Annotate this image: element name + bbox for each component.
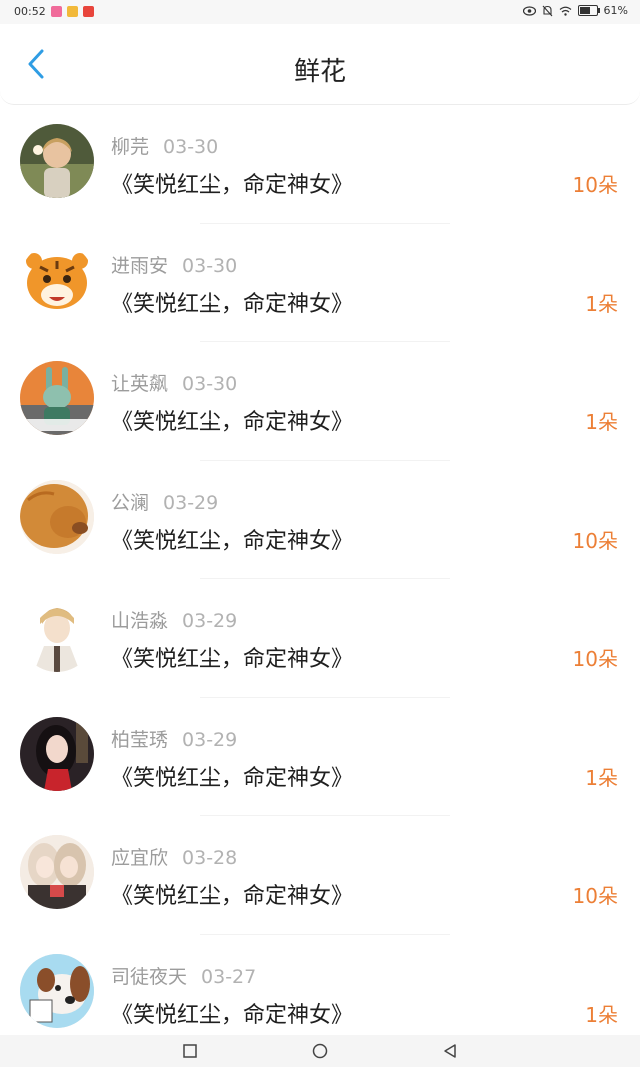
book-title: 《笑悦红尘，命定神女》	[111, 1002, 354, 1028]
wifi-icon	[559, 6, 571, 16]
home-button[interactable]	[312, 1043, 328, 1059]
system-navigation-bar	[0, 1035, 640, 1067]
battery-level-fill	[579, 7, 590, 14]
book-title: 《笑悦红尘，命定神女》	[111, 291, 354, 317]
gift-date: 03-29	[182, 610, 238, 632]
flower-count: 10朵	[572, 884, 618, 908]
app-notification-icon	[82, 6, 94, 17]
book-title: 《笑悦红尘，命定神女》	[111, 884, 354, 909]
flower-count: 10朵	[572, 528, 618, 553]
user-name: 进雨安	[111, 254, 169, 277]
flower-count: 1朵	[585, 765, 618, 790]
page-title: 鲜花	[293, 57, 346, 87]
lion-photo-avatar[interactable]	[20, 479, 94, 554]
list-item[interactable]: 柳芫 03-30 《笑悦红尘，命定神女》 10朵	[0, 105, 640, 224]
flower-count: 1朵	[585, 1002, 618, 1027]
user-name: 让英飙	[111, 373, 169, 395]
status-bar: 00:52 61%	[0, 0, 640, 24]
gift-date: 03-30	[182, 373, 238, 395]
flower-count: 1朵	[585, 291, 618, 316]
list-item[interactable]: 山浩淼 03-29 《笑悦红尘，命定神女》 10朵	[0, 579, 640, 698]
mute-bell-icon	[542, 5, 552, 16]
book-title: 《笑悦红尘，命定神女》	[111, 528, 354, 554]
anime-girls-avatar[interactable]	[20, 835, 94, 909]
status-time: 00:52	[14, 5, 46, 18]
flower-count: 10朵	[572, 647, 618, 671]
recent-apps-button[interactable]	[182, 1043, 198, 1059]
dog-cartoon-avatar[interactable]	[20, 953, 94, 1028]
rabbit-cartoon-avatar[interactable]	[20, 361, 94, 435]
page-header: 鲜花	[0, 24, 640, 105]
list-item[interactable]: 应宜欣 03-28 《笑悦红尘，命定神女》 10朵	[0, 816, 640, 935]
gift-date: 03-27	[201, 965, 257, 988]
gift-date: 03-30	[163, 136, 219, 158]
gift-date: 03-29	[182, 728, 238, 751]
anime-boy-avatar[interactable]	[20, 598, 94, 672]
flower-count: 10朵	[572, 173, 618, 197]
child-photo-avatar[interactable]	[20, 124, 94, 198]
flower-gift-list: 柳芫 03-30 《笑悦红尘，命定神女》 10朵 进雨安 03-30 《笑悦红尘，命…	[0, 105, 640, 1035]
flower-count: 1朵	[585, 410, 618, 434]
app-notification-icon	[50, 6, 62, 17]
gift-date: 03-28	[182, 847, 238, 869]
list-item[interactable]: 柏莹琇 03-29 《笑悦红尘，命定神女》 1朵	[0, 698, 640, 817]
square-recent-apps-icon	[183, 1044, 197, 1058]
book-title: 《笑悦红尘，命定神女》	[111, 647, 354, 672]
list-item[interactable]: 让英飙 03-30 《笑悦红尘，命定神女》 1朵	[0, 342, 640, 461]
eye-icon	[522, 5, 536, 16]
user-name: 司徒夜天	[111, 965, 188, 988]
circle-home-icon	[312, 1043, 328, 1059]
user-name: 柏莹琇	[111, 728, 169, 751]
user-name: 应宜欣	[111, 847, 169, 869]
list-item[interactable]: 公澜 03-29 《笑悦红尘，命定神女》 10朵	[0, 461, 640, 580]
book-title: 《笑悦红尘，命定神女》	[111, 173, 354, 198]
tiger-cartoon-avatar[interactable]	[20, 242, 94, 317]
user-name: 柳芫	[111, 136, 150, 158]
app-notification-icon	[66, 6, 78, 17]
list-item[interactable]: 进雨安 03-30 《笑悦红尘，命定神女》 1朵	[0, 224, 640, 343]
book-title: 《笑悦红尘，命定神女》	[111, 410, 354, 435]
gift-date: 03-29	[163, 491, 219, 514]
battery-icon	[577, 5, 600, 16]
book-title: 《笑悦红尘，命定神女》	[111, 765, 354, 791]
gift-date: 03-30	[182, 254, 238, 277]
list-item[interactable]: 司徒夜天 03-27 《笑悦红尘，命定神女》 1朵	[0, 935, 640, 1036]
triangle-back-icon	[444, 1044, 456, 1058]
system-back-button[interactable]	[442, 1043, 458, 1059]
battery-percentage: 61%	[603, 4, 628, 17]
user-name: 公澜	[111, 491, 150, 514]
woman-photo-avatar[interactable]	[20, 716, 94, 791]
user-name: 山浩淼	[111, 610, 169, 632]
